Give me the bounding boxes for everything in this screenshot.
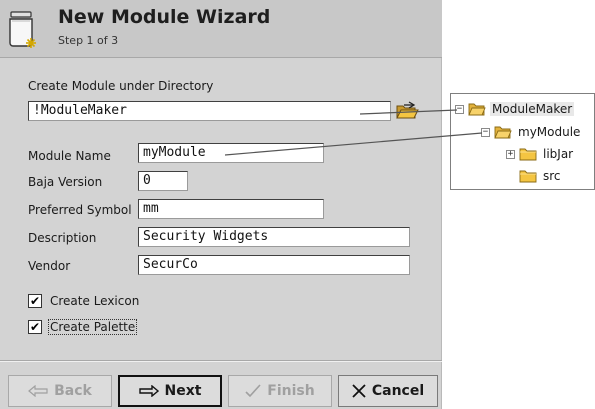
folder-icon — [519, 170, 537, 183]
preferred-symbol-label: Preferred Symbol — [28, 203, 132, 217]
back-button[interactable]: Back — [8, 375, 112, 407]
tree-node-mymodule[interactable]: − myModule — [481, 123, 582, 141]
description-field[interactable]: Security Widgets — [138, 227, 410, 247]
baja-version-field[interactable]: 0 — [138, 171, 188, 191]
tree-node-label: src — [543, 169, 561, 183]
directory-field[interactable]: !ModuleMaker — [28, 101, 391, 121]
checkmark-icon — [245, 384, 261, 398]
wizard-header: New Module Wizard Step 1 of 3 — [0, 0, 442, 58]
folder-icon — [519, 148, 537, 161]
tree-node-src[interactable]: src — [519, 167, 563, 185]
browse-folder-icon[interactable] — [395, 101, 419, 121]
vendor-label: Vendor — [28, 259, 71, 273]
cancel-button-label: Cancel — [371, 383, 425, 399]
new-module-wizard-dialog: New Module Wizard Step 1 of 3 Create Mod… — [0, 0, 442, 409]
button-bar-separator — [0, 360, 442, 362]
tree-node-libjar[interactable]: + libJar — [506, 145, 575, 163]
module-name-field[interactable]: myModule — [138, 143, 324, 163]
back-button-label: Back — [54, 383, 92, 399]
next-button-label: Next — [164, 383, 202, 399]
module-name-label: Module Name — [28, 149, 111, 163]
tree-node-label: libJar — [543, 147, 574, 161]
arrow-right-icon — [138, 385, 159, 397]
directory-label: Create Module under Directory — [28, 79, 214, 93]
baja-version-label: Baja Version — [28, 175, 103, 189]
wizard-step-indicator: Step 1 of 3 — [58, 34, 119, 47]
create-palette-checkbox[interactable]: ✔ — [28, 320, 42, 334]
wizard-title: New Module Wizard — [58, 6, 271, 28]
close-icon — [352, 384, 366, 398]
folder-open-icon — [494, 126, 512, 139]
create-palette-option[interactable]: ✔ Create Palette — [28, 318, 138, 336]
collapse-icon[interactable]: − — [455, 104, 464, 114]
description-label: Description — [28, 231, 97, 245]
collapse-icon[interactable]: − — [481, 127, 490, 137]
tree-node-label: myModule — [518, 125, 581, 139]
tree-node-modulemaker[interactable]: − ModuleMaker — [455, 100, 575, 118]
jar-icon — [9, 11, 36, 48]
create-lexicon-label: Create Lexicon — [50, 294, 140, 308]
preferred-symbol-field[interactable]: mm — [138, 199, 324, 219]
tree-node-label: ModuleMaker — [490, 102, 575, 116]
module-directory-tree: − ModuleMaker − myModule + libJar src — [450, 93, 595, 190]
arrow-left-icon — [28, 385, 48, 397]
cancel-button[interactable]: Cancel — [338, 375, 438, 407]
vendor-field[interactable]: SecurCo — [138, 255, 410, 275]
expand-icon[interactable]: + — [506, 149, 515, 159]
create-lexicon-option[interactable]: ✔ Create Lexicon — [28, 292, 140, 310]
finish-button-label: Finish — [267, 383, 315, 399]
create-lexicon-checkbox[interactable]: ✔ — [28, 294, 42, 308]
create-palette-label: Create Palette — [47, 319, 138, 335]
folder-open-icon — [468, 103, 486, 116]
next-button[interactable]: Next — [118, 375, 222, 407]
finish-button[interactable]: Finish — [228, 375, 332, 407]
